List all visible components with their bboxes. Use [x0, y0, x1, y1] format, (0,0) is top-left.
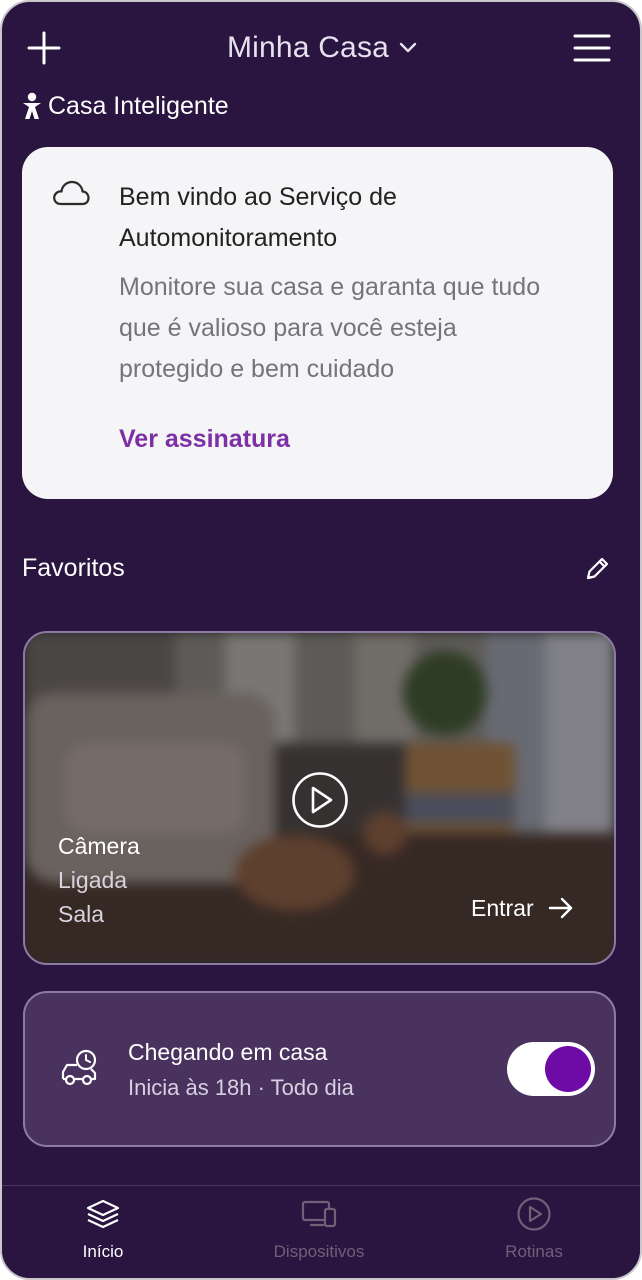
- enter-label: Entrar: [471, 894, 534, 921]
- plus-icon: [27, 31, 61, 65]
- home-selector[interactable]: Minha Casa: [202, 28, 442, 68]
- welcome-card: Bem vindo ao Serviço de Automonitorament…: [22, 147, 613, 499]
- section-label: Casa Inteligente: [22, 88, 229, 124]
- toggle-knob: [545, 1046, 591, 1092]
- favorites-title: Favoritos: [22, 554, 125, 582]
- phone-frame: Minha Casa Casa Inteligente Bem vindo ao…: [0, 0, 642, 1280]
- routine-title: Chegando em casa: [128, 1039, 328, 1065]
- nav-label-inicio: Início: [82, 1242, 124, 1261]
- camera-info: Câmera Ligada Sala: [58, 829, 140, 931]
- car-clock-icon: [61, 1049, 97, 1086]
- nav-label-rotinas: Rotinas: [505, 1242, 563, 1261]
- play-circle-icon: [517, 1197, 551, 1231]
- edit-favorites-button[interactable]: [582, 554, 614, 586]
- layers-icon: [86, 1199, 120, 1229]
- welcome-description: Monitore sua casa e garanta que tudo que…: [119, 273, 541, 383]
- routine-toggle[interactable]: [507, 1042, 595, 1096]
- subscription-link[interactable]: Ver assinatura: [119, 425, 290, 454]
- nav-label-dispositivos: Dispositivos: [273, 1242, 365, 1261]
- play-icon: [292, 772, 348, 828]
- enter-camera-button[interactable]: Entrar: [471, 891, 574, 925]
- devices-icon: [301, 1200, 337, 1228]
- menu-button[interactable]: [570, 28, 614, 68]
- play-button[interactable]: [291, 771, 349, 829]
- routine-schedule: Inicia às 18h · Todo dia: [128, 1075, 354, 1100]
- camera-room: Sala: [58, 901, 105, 927]
- camera-status: Ligada: [58, 867, 128, 893]
- nav-item-inicio[interactable]: Início: [3, 1186, 203, 1278]
- page-title: Minha Casa: [226, 31, 390, 64]
- hamburger-menu-icon: [573, 34, 611, 62]
- camera-name: Câmera: [58, 833, 140, 859]
- nav-item-dispositivos[interactable]: Dispositivos: [219, 1186, 419, 1278]
- favorites-header: Favoritos: [22, 550, 618, 590]
- camera-card[interactable]: Câmera Ligada Sala Entrar: [23, 631, 616, 965]
- welcome-title: Bem vindo ao Serviço de Automonitorament…: [119, 183, 397, 252]
- cloud-icon: [53, 180, 90, 206]
- arrow-right-icon: [548, 897, 572, 919]
- bottom-nav: Início Dispositivos Rotinas: [2, 1185, 640, 1278]
- person-icon: [23, 92, 41, 119]
- nav-item-rotinas[interactable]: Rotinas: [434, 1186, 634, 1278]
- top-bar: Minha Casa: [2, 2, 640, 92]
- chevron-down-icon: [399, 42, 417, 53]
- section-label-text: Casa Inteligente: [48, 91, 229, 120]
- add-button[interactable]: [24, 28, 64, 68]
- routine-card[interactable]: Chegando em casa Inicia às 18h · Todo di…: [23, 991, 616, 1147]
- pencil-icon: [586, 557, 609, 580]
